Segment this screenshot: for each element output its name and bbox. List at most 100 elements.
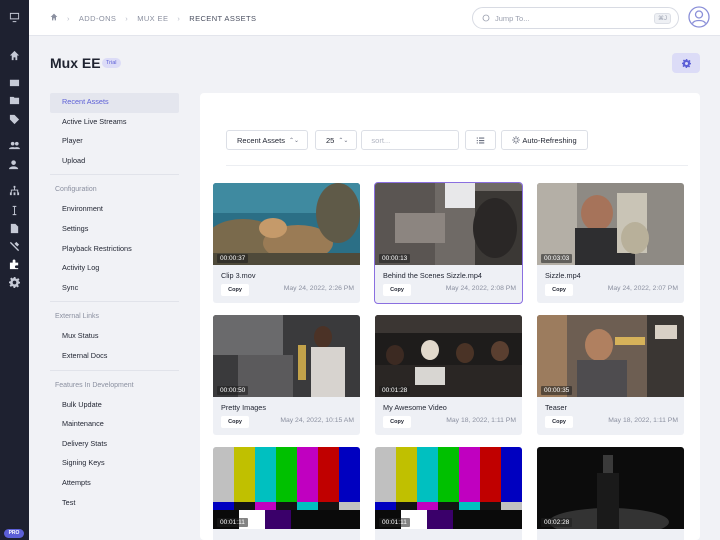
gear-icon (681, 58, 691, 68)
subnav-playback-restrictions[interactable]: Playback Restrictions (50, 240, 179, 260)
avatar[interactable] (688, 6, 710, 28)
subnav-bulk-update[interactable]: Bulk Update (50, 396, 179, 416)
asset-card[interactable]: 00:00:35 Teaser Copy May 18, 2022, 1:11 … (537, 315, 684, 435)
sitemap-icon[interactable] (0, 180, 29, 200)
asset-name: Teaser (545, 403, 567, 412)
puzzle-icon[interactable] (0, 254, 29, 274)
group-external-links: External Links (55, 313, 99, 321)
per-page-select[interactable]: 25 ⌃⌄ (315, 130, 358, 150)
tools-icon[interactable] (0, 236, 29, 256)
thumbnail-color-bars (375, 447, 522, 529)
sort-input[interactable]: sort... (361, 130, 460, 150)
breadcrumb-separator: › (67, 13, 70, 23)
subnav-active-live-streams[interactable]: Active Live Streams (50, 113, 179, 133)
monitor-icon[interactable] (0, 7, 29, 27)
asset-date: May 24, 2022, 2:26 PM (283, 285, 354, 292)
list-view-button[interactable] (465, 130, 497, 150)
thumbnail-orchestra (375, 315, 522, 397)
auto-refresh-button[interactable]: Auto-Refreshing (501, 130, 588, 150)
copy-button[interactable]: Copy (383, 416, 411, 428)
sort-placeholder: sort... (371, 135, 391, 145)
subnav-settings[interactable]: Settings (50, 220, 179, 240)
asset-card[interactable]: 00:01:28 My Awesome Video Copy May 18, 2… (375, 315, 522, 435)
duration-badge: 00:03:03 (541, 254, 573, 263)
home-icon[interactable] (50, 13, 58, 23)
copy-button[interactable]: Copy (545, 284, 573, 296)
search-icon (482, 14, 490, 22)
duration-badge: 00:01:28 (379, 386, 411, 395)
duration-badge: 00:00:13 (379, 254, 411, 263)
asset-name: Behind the Scenes Sizzle.mp4 (383, 271, 482, 280)
thumbnail-color-bars (213, 447, 360, 529)
tag-icon[interactable] (0, 109, 29, 129)
duration-badge: 00:00:50 (217, 386, 249, 395)
asset-card[interactable]: 00:00:50 Pretty Images Copy May 24, 2022… (213, 315, 360, 435)
copy-button[interactable]: Copy (221, 284, 249, 296)
subnav-external-docs[interactable]: External Docs (50, 347, 179, 367)
divider (50, 301, 179, 303)
thumbnail-tuba-player (537, 183, 684, 265)
folder-icon[interactable] (0, 90, 29, 110)
auto-refresh-label: Auto-Refreshing (522, 135, 577, 145)
subnav-upload[interactable]: Upload (50, 152, 179, 172)
asset-card[interactable]: 00:00:13 Behind the Scenes Sizzle.mp4 Co… (374, 182, 523, 304)
chevron-updown-icon: ⌃⌄ (288, 137, 300, 144)
divider (50, 174, 179, 176)
gear-icon[interactable] (0, 272, 29, 292)
asset-card[interactable]: 00:00:37 Clip 3.mov Copy May 24, 2022, 2… (213, 183, 360, 303)
asset-name: Sizzle.mp4 (545, 271, 581, 280)
asset-name: My Awesome Video (383, 403, 447, 412)
group-configuration: Configuration (55, 186, 97, 194)
subnav-maintenance[interactable]: Maintenance (50, 415, 179, 435)
subnav-mux-status[interactable]: Mux Status (50, 327, 179, 347)
thumbnail-studio (375, 183, 522, 265)
subnav-activity-log[interactable]: Activity Log (50, 259, 179, 279)
home-icon[interactable] (0, 45, 29, 65)
subnav-attempts[interactable]: Attempts (50, 474, 179, 494)
subnav-environment[interactable]: Environment (50, 200, 179, 220)
page-title: Mux EE (50, 55, 101, 71)
settings-button[interactable] (672, 53, 700, 73)
shortcut-hint: ⌘J (654, 13, 671, 24)
users-icon[interactable] (0, 135, 29, 155)
asset-type-select[interactable]: Recent Assets ⌃⌄ (226, 130, 309, 150)
breadcrumb-addons[interactable]: ADD-ONS (79, 14, 116, 23)
subnav-recent-assets[interactable]: Recent Assets (50, 93, 179, 113)
asset-card[interactable]: 00:01:11 (213, 447, 360, 540)
chevron-updown-icon: ⌃⌄ (338, 137, 349, 144)
copy-button[interactable]: Copy (545, 416, 573, 428)
spinner-icon (512, 136, 521, 144)
thumbnail-bottle (537, 447, 684, 529)
asset-date: May 18, 2022, 1:11 PM (446, 417, 516, 424)
subnav-player[interactable]: Player (50, 132, 179, 152)
file-icon[interactable] (0, 218, 29, 238)
asset-name: Clip 3.mov (221, 271, 256, 280)
breadcrumb-separator: › (177, 13, 181, 23)
breadcrumb-current: RECENT ASSETS (189, 13, 257, 23)
copy-button[interactable]: Copy (383, 284, 411, 296)
copy-button[interactable]: Copy (221, 416, 249, 428)
divider (226, 165, 688, 166)
asset-card[interactable]: 00:02:28 (537, 447, 684, 540)
box-icon[interactable] (0, 72, 29, 92)
asset-type-value: Recent Assets (237, 135, 285, 145)
thumbnail-saxophonist (213, 315, 360, 397)
pro-badge: PRO (4, 529, 24, 538)
duration-badge: 00:00:37 (217, 254, 249, 263)
app-rail: PRO (0, 0, 29, 540)
subnav-sync[interactable]: Sync (50, 279, 179, 299)
asset-card[interactable]: 00:03:03 Sizzle.mp4 Copy May 24, 2022, 2… (537, 183, 684, 303)
duration-badge: 00:00:35 (541, 386, 573, 395)
list-icon (477, 137, 485, 143)
subnav-test[interactable]: Test (50, 494, 179, 514)
subnav-delivery-stats[interactable]: Delivery Stats (50, 435, 179, 455)
asset-card[interactable]: 00:01:11 (375, 447, 522, 540)
text-cursor-icon[interactable] (0, 200, 29, 220)
jump-to-search[interactable]: Jump To... ⌘J (472, 7, 679, 29)
breadcrumb-mux-ee[interactable]: MUX EE (137, 14, 168, 23)
asset-date: May 18, 2022, 1:11 PM (608, 417, 678, 424)
user-add-icon[interactable] (0, 154, 29, 174)
duration-badge: 00:01:11 (379, 518, 410, 527)
subnav-signing-keys[interactable]: Signing Keys (50, 454, 179, 474)
trial-badge: Trial (102, 58, 121, 68)
